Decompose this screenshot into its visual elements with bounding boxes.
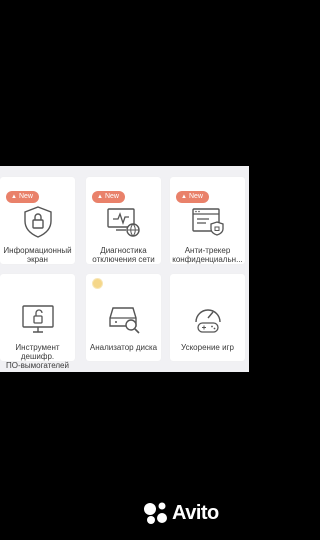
card-label: Информационный экран bbox=[3, 246, 72, 264]
card-label: Ускорение игр bbox=[181, 343, 234, 352]
card-info-screen[interactable]: ▲ New Информационный экран bbox=[0, 177, 75, 264]
new-badge: ▲ New bbox=[92, 191, 125, 203]
crown-icon bbox=[93, 279, 102, 288]
flame-icon: ▲ bbox=[97, 194, 103, 200]
feature-grid: ▲ New Информационный экран ▲ New Диагнос… bbox=[0, 166, 249, 372]
new-badge: ▲ New bbox=[176, 191, 209, 203]
shield-lock-icon bbox=[23, 206, 52, 238]
card-game-booster[interactable]: Ускорение игр bbox=[170, 274, 245, 361]
avito-logo-icon bbox=[144, 502, 167, 524]
network-diagnostics-icon bbox=[106, 208, 140, 237]
disk-analyzer-icon bbox=[108, 307, 140, 334]
flame-icon: ▲ bbox=[181, 194, 187, 200]
card-label: Инструмент дешифр. ПО-вымогателей bbox=[6, 343, 69, 370]
feature-panel: ▲ New Информационный экран ▲ New Диагнос… bbox=[0, 166, 249, 372]
ransomware-decrypt-icon bbox=[21, 305, 54, 333]
card-anti-tracker[interactable]: ▲ New Анти-трекер конфиденциальн... bbox=[170, 177, 245, 264]
card-network-diagnostics[interactable]: ▲ New Диагностика отключения сети bbox=[86, 177, 161, 264]
avito-watermark: Avito bbox=[143, 500, 219, 526]
avito-text: Avito bbox=[172, 501, 219, 524]
new-badge: ▲ New bbox=[6, 191, 39, 203]
card-label: Диагностика отключения сети bbox=[92, 246, 155, 264]
game-booster-icon bbox=[194, 309, 221, 333]
flame-icon: ▲ bbox=[11, 194, 17, 200]
card-label: Анализатор диска bbox=[89, 343, 158, 352]
card-ransomware-decryptor[interactable]: Инструмент дешифр. ПО-вымогателей bbox=[0, 274, 75, 370]
card-label: Анти-трекер конфиденциальн... bbox=[172, 246, 243, 264]
anti-tracker-icon bbox=[191, 208, 224, 236]
